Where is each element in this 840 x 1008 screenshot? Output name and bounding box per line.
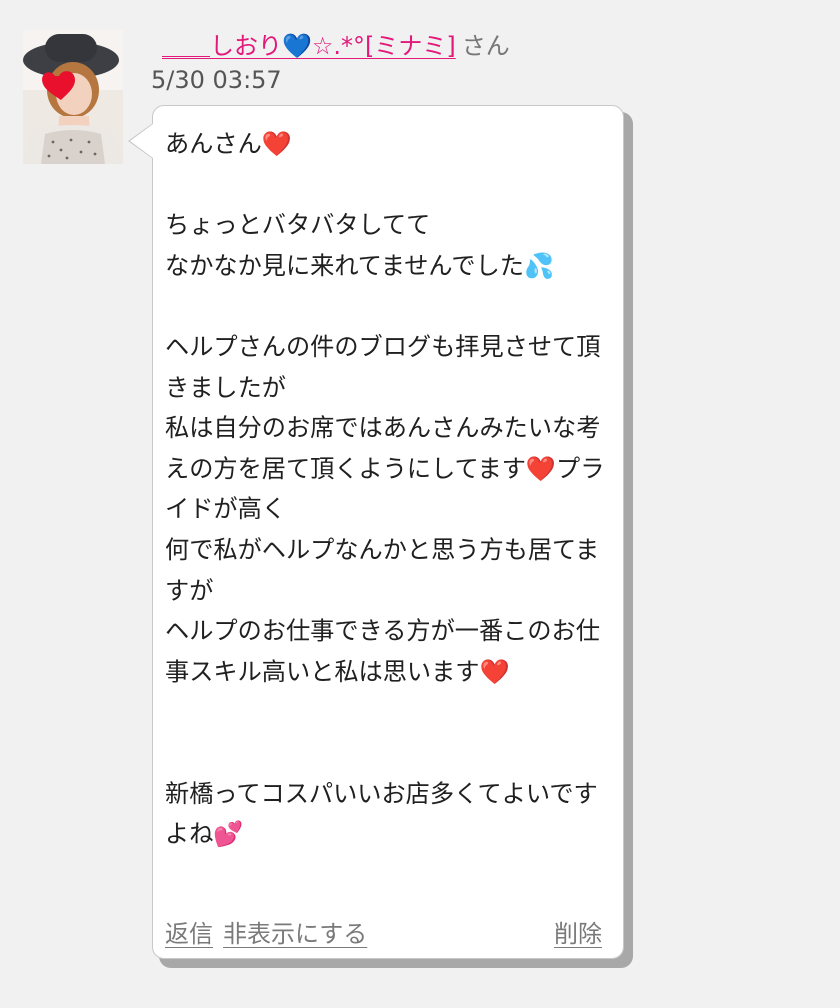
delete-link[interactable]: 削除: [554, 915, 602, 953]
sweat-droplets-emoji-icon: 💦: [523, 251, 555, 280]
avatar[interactable]: [23, 30, 123, 164]
message-paragraph: プライドが高く 何で私がヘルプなんかと思う方も居てますが ヘルプのお仕事できる方…: [165, 454, 605, 686]
message-body: あんさん❤️ ちょっとバタバタしてて なかなか見に来れてませんでした💦 ヘルプさ…: [165, 124, 605, 855]
hide-link[interactable]: 非表示にする: [223, 920, 367, 948]
message-line: ちょっとバタバタしてて: [165, 211, 431, 240]
sender-honorific: さん: [461, 32, 510, 60]
sender-line: ＿＿しおり💙☆.*°[ミナミ] さん: [162, 30, 510, 62]
sender-name-link[interactable]: ＿＿しおり💙☆.*°[ミナミ]: [162, 32, 456, 60]
avatar-photo-icon: [23, 30, 123, 164]
heart-emoji-icon: ❤️: [261, 130, 292, 158]
message-actions: 返信 非表示にする 削除: [165, 915, 602, 953]
reply-link[interactable]: 返信: [165, 920, 213, 948]
message-greeting: あんさん: [165, 130, 262, 158]
two-hearts-emoji-icon: 💕: [213, 820, 244, 849]
bubble-tail: [130, 124, 153, 158]
heart-emoji-icon: ❤️: [525, 454, 557, 483]
message-line: なかなか見に来れてませんでした: [165, 251, 524, 280]
heart-emoji-icon: ❤️: [479, 657, 510, 686]
message-timestamp: 5/30 03:57: [151, 66, 282, 94]
